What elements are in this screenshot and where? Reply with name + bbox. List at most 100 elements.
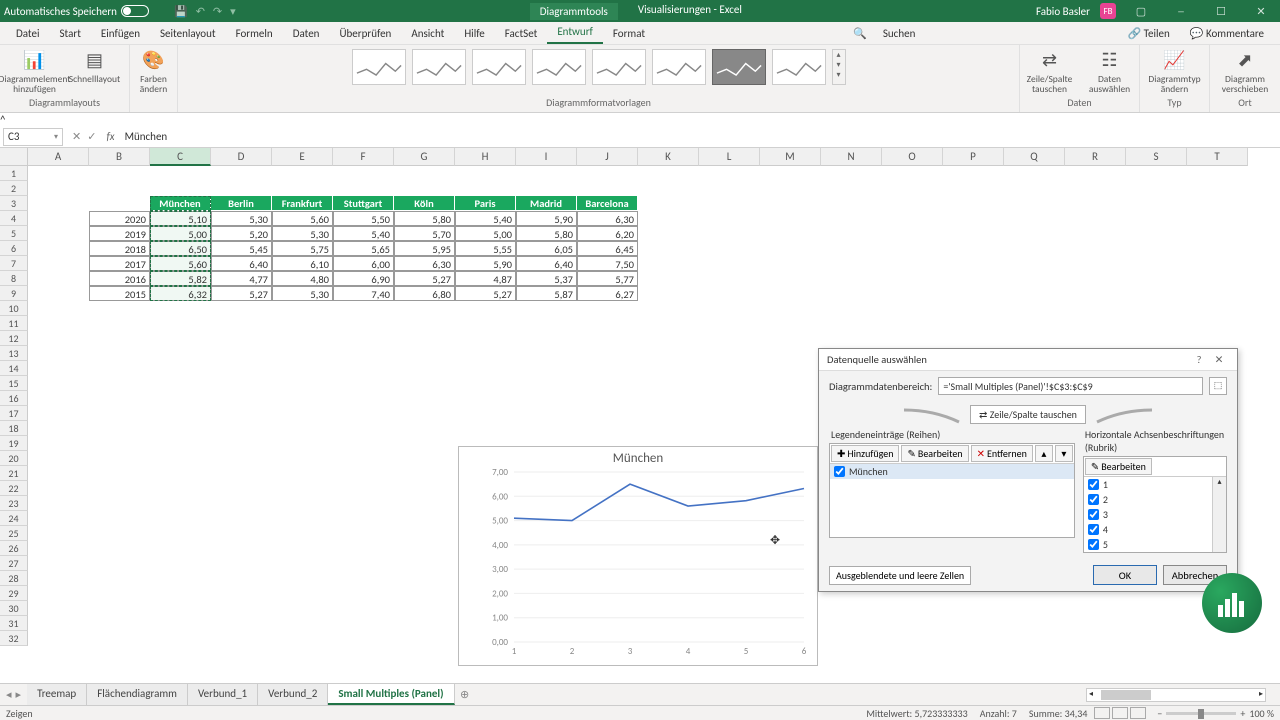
qat-more-icon[interactable]: ▾ [230,5,236,18]
search-tab[interactable]: Suchen [873,23,926,44]
col-header-M[interactable]: M [760,148,821,166]
axis-scrollbar[interactable]: ▴ [1212,477,1226,552]
save-icon[interactable]: 💾 [174,5,188,18]
cell-F6[interactable]: 5,65 [333,241,394,256]
chart-style-5[interactable] [592,49,646,85]
cell-H3[interactable]: Paris [455,196,516,211]
cell-I4[interactable]: 5,90 [516,211,577,226]
row-header-24[interactable]: 24 [0,511,28,526]
row-header-20[interactable]: 20 [0,451,28,466]
col-header-G[interactable]: G [394,148,455,166]
sheet-nav-prev-icon[interactable]: ◂ [6,688,12,701]
legend-item-checkbox[interactable] [834,466,845,477]
row-header-19[interactable]: 19 [0,436,28,451]
row-header-15[interactable]: 15 [0,376,28,391]
row-header-9[interactable]: 9 [0,286,28,301]
cell-C5[interactable]: 5,00 [150,226,211,241]
tab-start[interactable]: Start [50,23,91,44]
cell-D5[interactable]: 5,20 [211,226,272,241]
cell-E6[interactable]: 5,75 [272,241,333,256]
cell-B9[interactable]: 2015 [89,286,150,301]
chart-style-8[interactable] [772,49,826,85]
col-header-T[interactable]: T [1187,148,1248,166]
tab-daten[interactable]: Daten [283,23,330,44]
chart-style-6[interactable] [652,49,706,85]
sheet-tab[interactable]: Small Multiples (Panel) [328,684,454,705]
formula-input[interactable]: München [119,130,1280,143]
cell-I3[interactable]: Madrid [516,196,577,211]
cell-D9[interactable]: 5,27 [211,286,272,301]
row-header-13[interactable]: 13 [0,346,28,361]
cell-H8[interactable]: 4,87 [455,271,516,286]
add-sheet-button[interactable]: ⊕ [455,688,475,701]
page-break-view-icon[interactable] [1130,707,1146,719]
horizontal-scrollbar[interactable]: ◂ ▸ [1086,688,1266,702]
chart-style-7[interactable] [712,49,766,85]
search-icon[interactable]: 🔍 [847,23,873,44]
cell-H7[interactable]: 5,90 [455,256,516,271]
tab-ansicht[interactable]: Ansicht [401,23,454,44]
axis-item-checkbox[interactable] [1088,509,1099,520]
change-colors-button[interactable]: 🎨Farben ändern [133,47,175,95]
row-header-17[interactable]: 17 [0,406,28,421]
row-header-23[interactable]: 23 [0,496,28,511]
cell-I5[interactable]: 5,80 [516,226,577,241]
cell-J3[interactable]: Barcelona [577,196,638,211]
cell-F5[interactable]: 5,40 [333,226,394,241]
col-header-L[interactable]: L [699,148,760,166]
avatar[interactable]: FB [1100,3,1116,19]
cell-H6[interactable]: 5,55 [455,241,516,256]
cell-F3[interactable]: Stuttgart [333,196,394,211]
share-button[interactable]: 🔗 Teilen [1117,23,1179,44]
cell-G5[interactable]: 5,70 [394,226,455,241]
cell-J8[interactable]: 5,77 [577,271,638,286]
dialog-close-icon[interactable]: ✕ [1209,353,1229,366]
cell-B8[interactable]: 2016 [89,271,150,286]
col-header-O[interactable]: O [882,148,943,166]
tab-datei[interactable]: Datei [6,23,50,44]
cell-D3[interactable]: Berlin [211,196,272,211]
col-header-R[interactable]: R [1065,148,1126,166]
maximize-icon[interactable]: ☐ [1206,5,1236,18]
normal-view-icon[interactable] [1094,707,1110,719]
col-header-B[interactable]: B [89,148,150,166]
chart-range-input[interactable]: ='Small Multiples (Panel)'!$C$3:$C$9 [938,377,1203,395]
redo-icon[interactable]: ↷ [213,5,222,18]
row-header-18[interactable]: 18 [0,421,28,436]
cancel-formula-icon[interactable]: ✕ [72,130,81,143]
chart-style-1[interactable] [352,49,406,85]
cell-E4[interactable]: 5,60 [272,211,333,226]
col-header-C[interactable]: C [150,148,211,166]
row-header-5[interactable]: 5 [0,226,28,241]
axis-item-checkbox[interactable] [1088,494,1099,505]
sheet-tab[interactable]: Treemap [27,684,87,705]
zoom-out-icon[interactable]: − [1157,707,1162,720]
collapse-range-icon[interactable]: ⬚ [1209,377,1227,395]
col-header-Q[interactable]: Q [1004,148,1065,166]
cell-E5[interactable]: 5,30 [272,226,333,241]
cell-F9[interactable]: 7,40 [333,286,394,301]
col-header-A[interactable]: A [28,148,89,166]
ribbon-options-icon[interactable]: ▢ [1126,5,1156,18]
axis-item[interactable]: 1 [1084,477,1226,492]
row-header-2[interactable]: 2 [0,181,28,196]
axis-item-checkbox[interactable] [1088,479,1099,490]
cell-D7[interactable]: 6,40 [211,256,272,271]
tab-einfügen[interactable]: Einfügen [91,23,150,44]
collapse-ribbon-icon[interactable]: ^ [0,113,5,126]
col-header-N[interactable]: N [821,148,882,166]
legend-add-button[interactable]: ✚Hinzufügen [831,445,899,462]
worksheet-grid[interactable]: ABCDEFGHIJKLMNOPQRST 1234567891011121314… [0,148,1280,673]
cell-J5[interactable]: 6,20 [577,226,638,241]
cell-F8[interactable]: 6,90 [333,271,394,286]
style-down-icon[interactable]: ▾ [833,60,845,70]
sheet-tab[interactable]: Verbund_2 [258,684,328,705]
col-header-S[interactable]: S [1126,148,1187,166]
style-up-icon[interactable]: ▴ [833,50,845,60]
col-header-F[interactable]: F [333,148,394,166]
tab-factset[interactable]: FactSet [495,23,548,44]
style-more-icon[interactable]: ▾ [833,70,845,80]
zoom-level[interactable]: 100 % [1249,707,1274,720]
tab-hilfe[interactable]: Hilfe [454,23,494,44]
cell-E7[interactable]: 6,10 [272,256,333,271]
